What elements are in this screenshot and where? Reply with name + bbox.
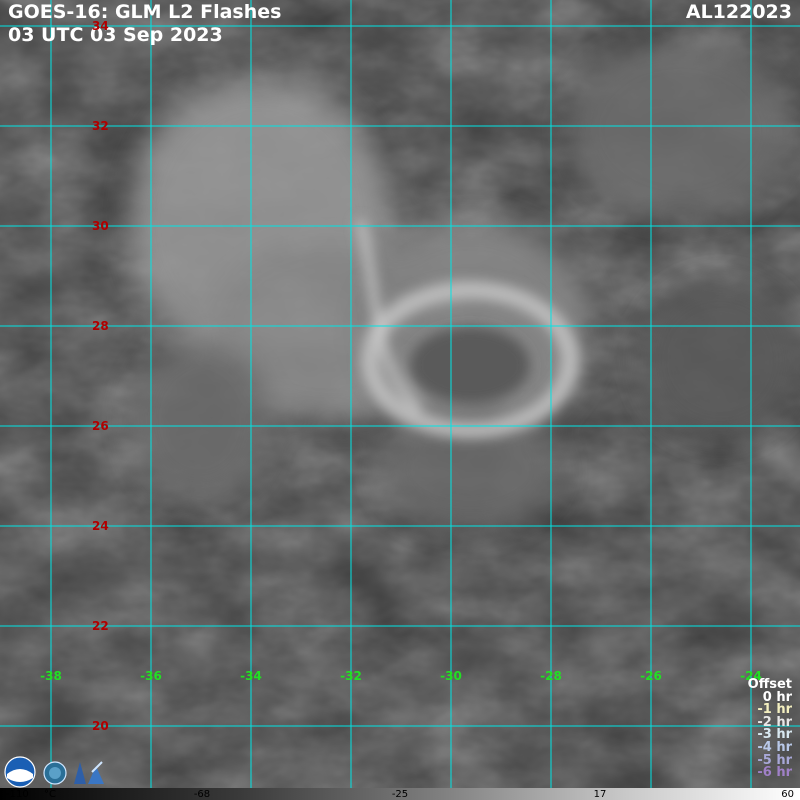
colorbar-tick-label: °C (44, 789, 56, 800)
cira-logo-icon (74, 761, 104, 784)
timestamp: 03 UTC 03 Sep 2023 (8, 24, 223, 46)
longitude-label: -28 (540, 669, 562, 683)
longitude-label: -32 (340, 669, 362, 683)
colorbar-tick-label: 60 (781, 789, 794, 800)
colorbar-tick-label: -68 (193, 789, 211, 800)
longitude-label: -26 (640, 669, 662, 683)
product-title: GOES-16: GLM L2 Flashes (8, 1, 282, 23)
agency-logos (4, 756, 104, 788)
offset-legend: Offset 0 hr -1 hr -2 hr -3 hr -4 hr -5 hr -6 h… (748, 678, 792, 781)
latitude-label: 32 (92, 119, 109, 133)
latitude-label: 22 (92, 619, 109, 633)
offset-legend-item: -6 hr (757, 765, 792, 781)
longitude-label: -38 (40, 669, 62, 683)
colorbar-tick-label: 17 (593, 789, 607, 800)
longitude-label: -36 (140, 669, 162, 683)
latitude-label: 28 (92, 319, 109, 333)
longitude-label: -34 (240, 669, 262, 683)
satellite-map: GOES-16: GLM L2 Flashes 03 UTC 03 Sep 20… (0, 0, 800, 800)
latitude-label: 26 (92, 419, 109, 433)
latitude-label: 20 (92, 719, 109, 733)
latitude-label: 34 (92, 19, 109, 33)
nesdis-logo-icon (43, 761, 67, 785)
colorbar-tick-label: -25 (391, 789, 409, 800)
longitude-label: -30 (440, 669, 462, 683)
storm-identifier: AL122023 (685, 1, 792, 23)
noaa-logo-icon (4, 756, 36, 788)
latitude-label: 24 (92, 519, 109, 533)
colorbar-tick-label: -110 (6, 789, 29, 800)
latitude-label: 30 (92, 219, 109, 233)
lat-lon-grid (0, 0, 800, 788)
